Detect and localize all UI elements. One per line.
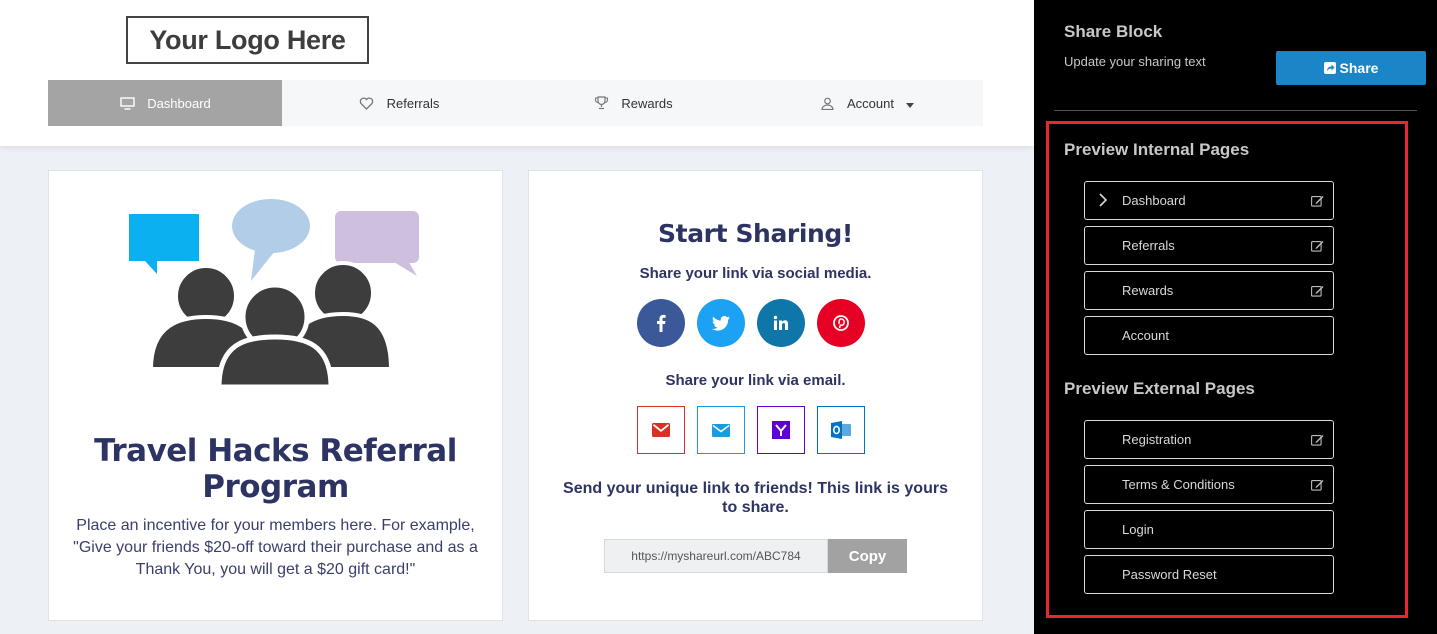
- preview-account[interactable]: Account: [1084, 316, 1334, 355]
- linkedin-icon: [773, 315, 788, 330]
- editor-sidebar: Share Block Update your sharing text Sha…: [1034, 0, 1437, 634]
- mail-icon: [712, 423, 730, 437]
- email-buttons: [637, 406, 865, 454]
- preview-login[interactable]: Login: [1084, 510, 1334, 549]
- share-link-input[interactable]: [604, 539, 828, 573]
- main-nav: Dashboard Referrals Rewards Account: [48, 80, 983, 126]
- send-link-text: Send your unique link to friends! This l…: [563, 480, 948, 516]
- preview-referrals-label: Referrals: [1122, 238, 1175, 253]
- edit-icon[interactable]: [1311, 285, 1324, 300]
- nav-account[interactable]: Account: [750, 80, 983, 126]
- gmail-button[interactable]: [637, 406, 685, 454]
- trophy-icon: [593, 95, 609, 111]
- nav-referrals-label: Referrals: [386, 95, 440, 111]
- copy-button[interactable]: Copy: [828, 539, 907, 573]
- chevron-right-icon: [1099, 193, 1108, 210]
- edit-icon[interactable]: [1311, 195, 1324, 210]
- twitter-icon: [712, 315, 730, 331]
- outlook-icon: [831, 421, 851, 439]
- outlook-button[interactable]: [817, 406, 865, 454]
- email-subtitle: Share your link via email.: [665, 372, 846, 389]
- share-card: Start Sharing! Share your link via socia…: [528, 170, 983, 621]
- yahoo-button[interactable]: [757, 406, 805, 454]
- preview-terms-conditions-label: Terms & Conditions: [1122, 477, 1235, 492]
- preview-password-reset[interactable]: Password Reset: [1084, 555, 1334, 594]
- share-button-label: Share: [1339, 60, 1379, 76]
- share-title: Start Sharing!: [658, 219, 853, 248]
- facebook-icon: [657, 314, 666, 332]
- program-card: Travel Hacks Referral Program Place an i…: [48, 170, 503, 621]
- pinterest-button[interactable]: [817, 299, 865, 347]
- share-link-row: Copy: [604, 539, 907, 573]
- mail-button[interactable]: [697, 406, 745, 454]
- gmail-icon: [652, 423, 670, 437]
- sidebar-divider: [1054, 110, 1417, 111]
- share-block-title: Share Block: [1064, 22, 1163, 41]
- preview-registration-label: Registration: [1122, 432, 1192, 447]
- preview-rewards[interactable]: Rewards: [1084, 271, 1334, 310]
- external-pages-title: Preview External Pages: [1064, 379, 1255, 398]
- nav-account-label: Account: [847, 95, 894, 111]
- preview-terms-conditions[interactable]: Terms & Conditions: [1084, 465, 1334, 504]
- yahoo-icon: [772, 421, 790, 439]
- social-buttons: [637, 299, 865, 347]
- logo[interactable]: Your Logo Here: [126, 16, 369, 64]
- heart-icon: [359, 95, 375, 111]
- social-subtitle: Share your link via social media.: [639, 265, 872, 282]
- preview-login-label: Login: [1122, 522, 1154, 537]
- share-block-subtitle: Update your sharing text: [1064, 54, 1206, 69]
- user-icon: [819, 95, 835, 111]
- nav-rewards-label: Rewards: [621, 95, 673, 111]
- preview-password-reset-label: Password Reset: [1122, 567, 1217, 582]
- preview-dashboard[interactable]: Dashboard: [1084, 181, 1334, 220]
- caret-down-icon: [905, 96, 914, 111]
- facebook-button[interactable]: [637, 299, 685, 347]
- program-description: Place an incentive for your members here…: [73, 517, 478, 578]
- preview-registration[interactable]: Registration: [1084, 420, 1334, 459]
- edit-icon[interactable]: [1311, 479, 1324, 494]
- nav-dashboard-label: Dashboard: [147, 95, 211, 111]
- program-title: Travel Hacks Referral Program: [94, 433, 457, 505]
- people-chat-illustration: [129, 199, 419, 389]
- internal-pages-title: Preview Internal Pages: [1064, 140, 1250, 159]
- share-button[interactable]: Share: [1276, 51, 1426, 85]
- pinterest-icon: [833, 315, 849, 331]
- edit-icon[interactable]: [1311, 240, 1324, 255]
- preview-rewards-label: Rewards: [1122, 283, 1174, 298]
- linkedin-button[interactable]: [757, 299, 805, 347]
- share-icon: [1323, 62, 1336, 74]
- nav-rewards[interactable]: Rewards: [516, 80, 750, 126]
- preview-referrals[interactable]: Referrals: [1084, 226, 1334, 265]
- preview-account-label: Account: [1122, 328, 1169, 343]
- monitor-icon: [119, 95, 135, 111]
- nav-referrals[interactable]: Referrals: [282, 80, 516, 126]
- edit-icon[interactable]: [1311, 434, 1324, 449]
- nav-dashboard[interactable]: Dashboard: [48, 80, 282, 126]
- preview-dashboard-label: Dashboard: [1122, 193, 1186, 208]
- twitter-button[interactable]: [697, 299, 745, 347]
- site-header: Your Logo Here Dashboard Referrals Rewar…: [0, 0, 1034, 146]
